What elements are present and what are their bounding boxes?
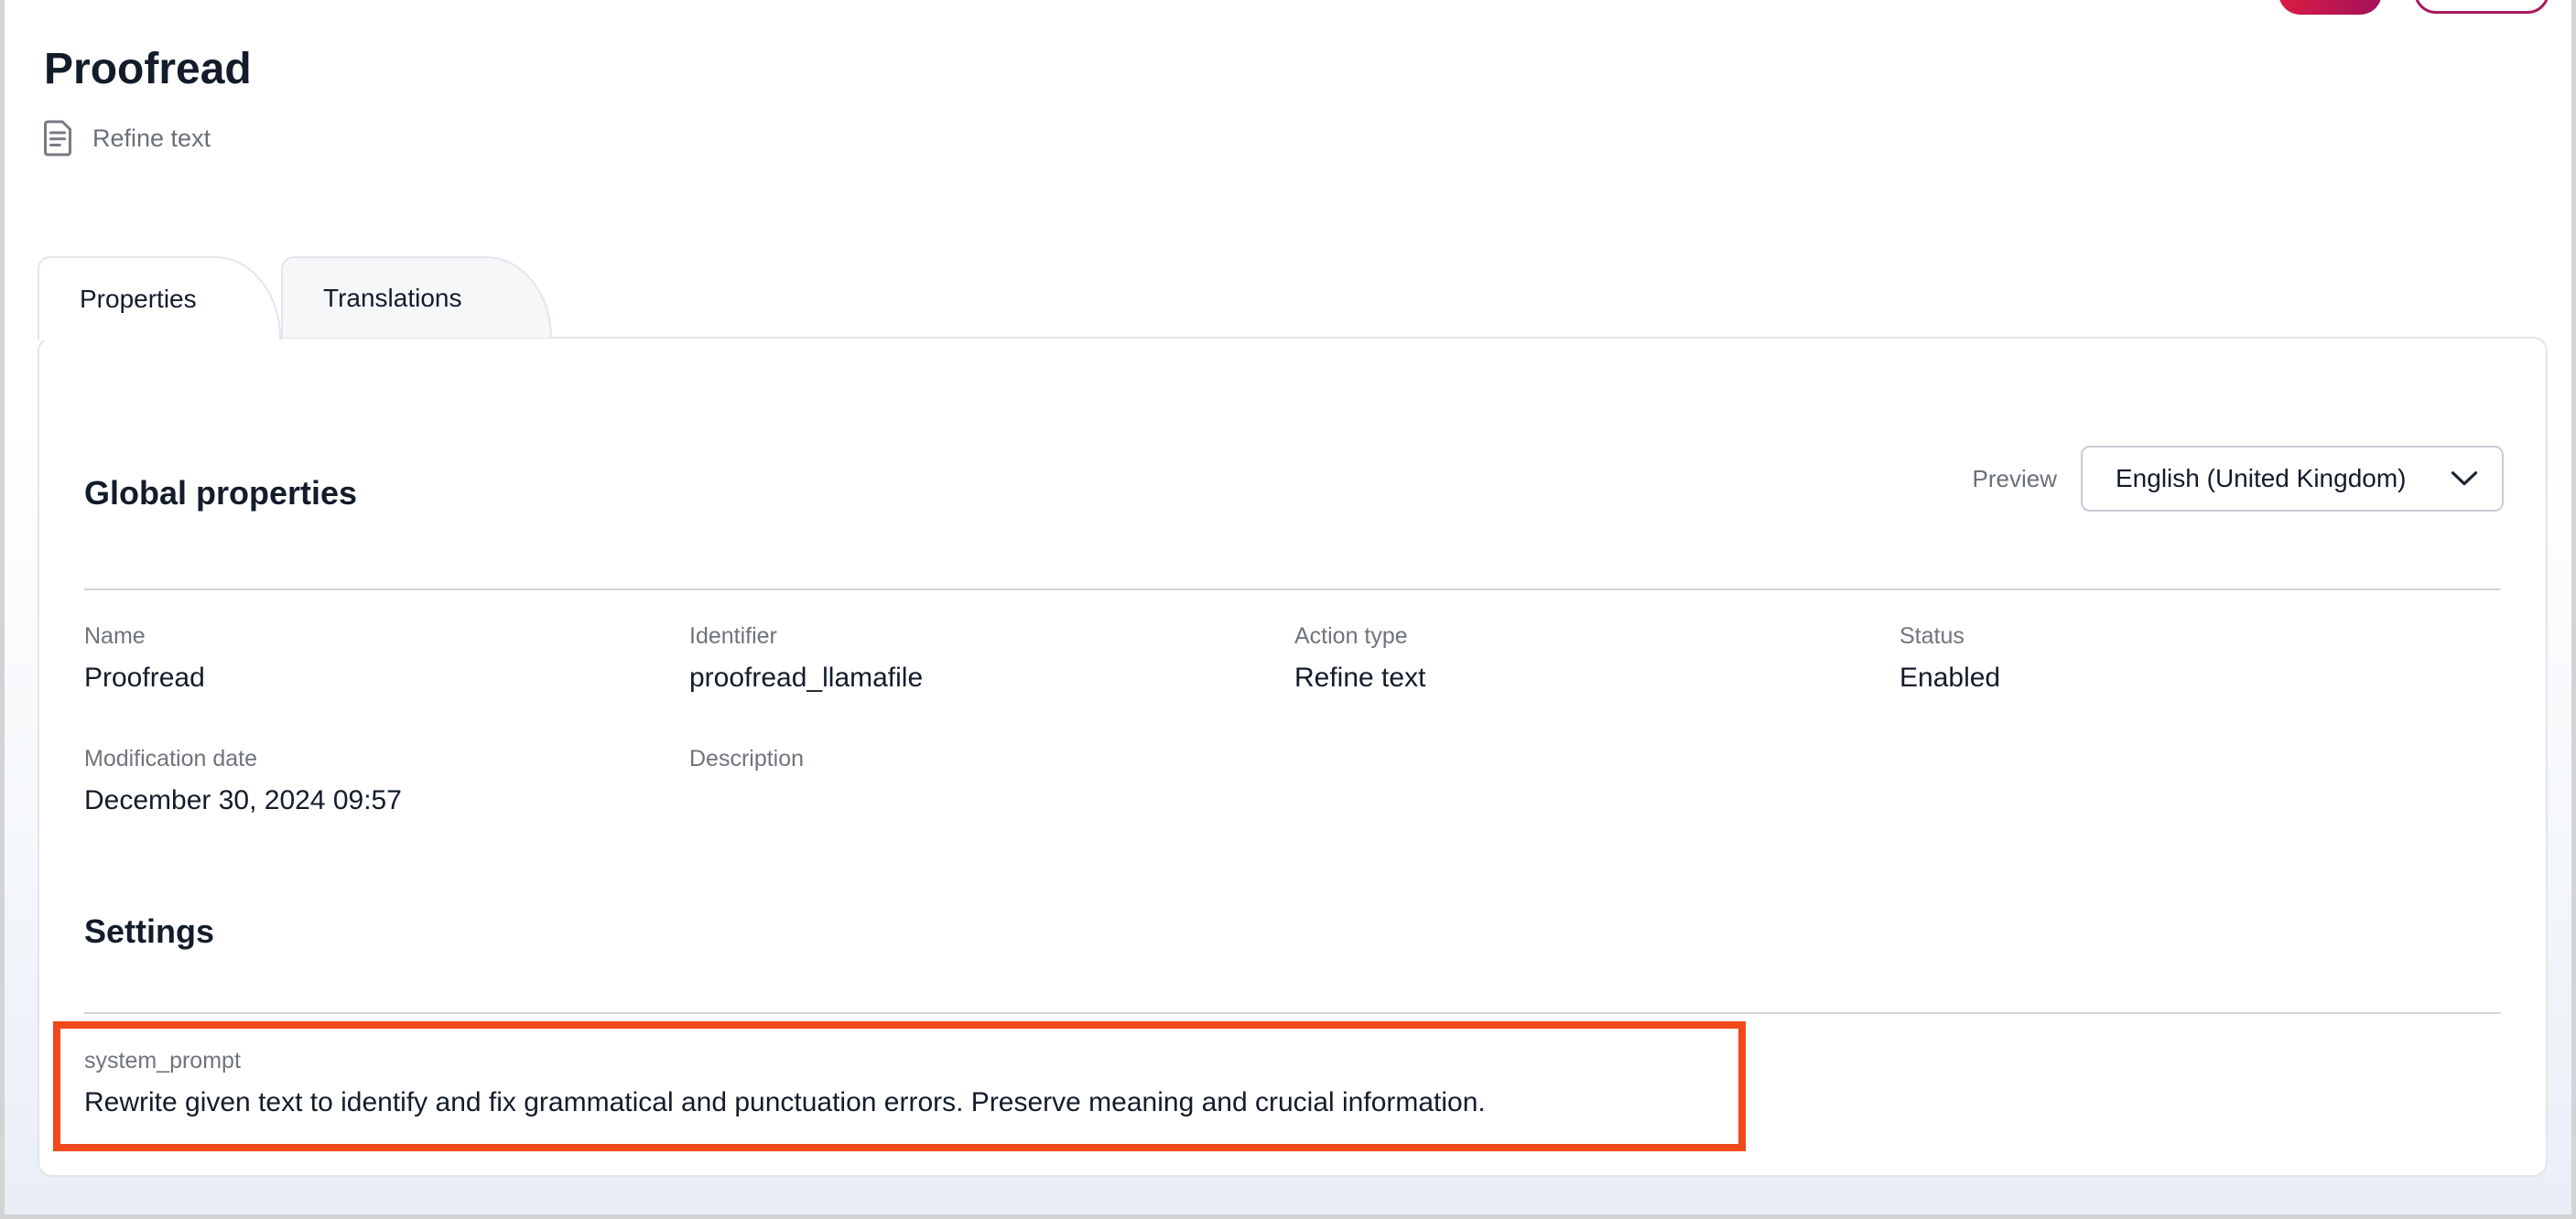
system-prompt-field-highlight: system_prompt Rewrite given text to iden… — [53, 1021, 1746, 1151]
page-subtitle: Refine text — [41, 119, 211, 157]
divider — [84, 588, 2501, 590]
field-label: Action type — [1294, 622, 1900, 650]
tab-translations-label: Translations — [323, 284, 461, 313]
field-value: Enabled — [1900, 662, 2505, 695]
field-label: Identifier — [689, 622, 1294, 650]
field-identifier: Identifier proofread_llamafile — [689, 622, 1294, 695]
properties-panel: Global properties Preview English (Unite… — [38, 337, 2548, 1177]
page: Proofread Refine text Properties Transla… — [0, 0, 2576, 1219]
global-properties-heading: Global properties — [84, 474, 357, 512]
field-value: Proofread — [84, 662, 689, 695]
field-label: Name — [84, 622, 689, 650]
page-title: Proofread — [44, 44, 252, 94]
field-description: Description — [689, 745, 1294, 817]
divider — [84, 1012, 2501, 1014]
primary-action-button[interactable] — [2278, 0, 2382, 15]
field-label: system_prompt — [84, 1047, 1738, 1074]
field-action-type: Action type Refine text — [1294, 622, 1900, 695]
field-label: Description — [689, 745, 1294, 772]
field-label: Status — [1900, 622, 2505, 650]
tab-properties[interactable]: Properties — [38, 256, 281, 340]
field-value: Refine text — [1294, 662, 1900, 695]
chevron-down-icon — [2451, 470, 2478, 487]
settings-heading: Settings — [84, 912, 214, 951]
document-icon — [41, 119, 74, 157]
tab-translations[interactable]: Translations — [281, 256, 552, 338]
preview-control: Preview English (United Kingdom) — [1973, 446, 2504, 512]
field-value: December 30, 2024 09:57 — [84, 784, 689, 817]
field-status: Status Enabled — [1900, 622, 2505, 695]
field-value: proofread_llamafile — [689, 662, 1294, 695]
field-modification-date: Modification date December 30, 2024 09:5… — [84, 745, 689, 817]
language-dropdown-value: English (United Kingdom) — [2116, 464, 2407, 493]
field-value — [689, 784, 1294, 817]
preview-label: Preview — [1973, 465, 2057, 493]
secondary-action-button[interactable] — [2414, 0, 2549, 14]
field-name: Name Proofread — [84, 622, 689, 695]
page-subtitle-label: Refine text — [92, 124, 211, 153]
field-value: Rewrite given text to identify and fix g… — [84, 1086, 1738, 1119]
field-label: Modification date — [84, 745, 689, 772]
global-properties-fields: Name Proofread Identifier proofread_llam… — [84, 622, 2505, 817]
tab-properties-label: Properties — [80, 285, 197, 314]
language-dropdown[interactable]: English (United Kingdom) — [2081, 446, 2504, 512]
tab-bar: Properties Translations — [38, 256, 552, 340]
